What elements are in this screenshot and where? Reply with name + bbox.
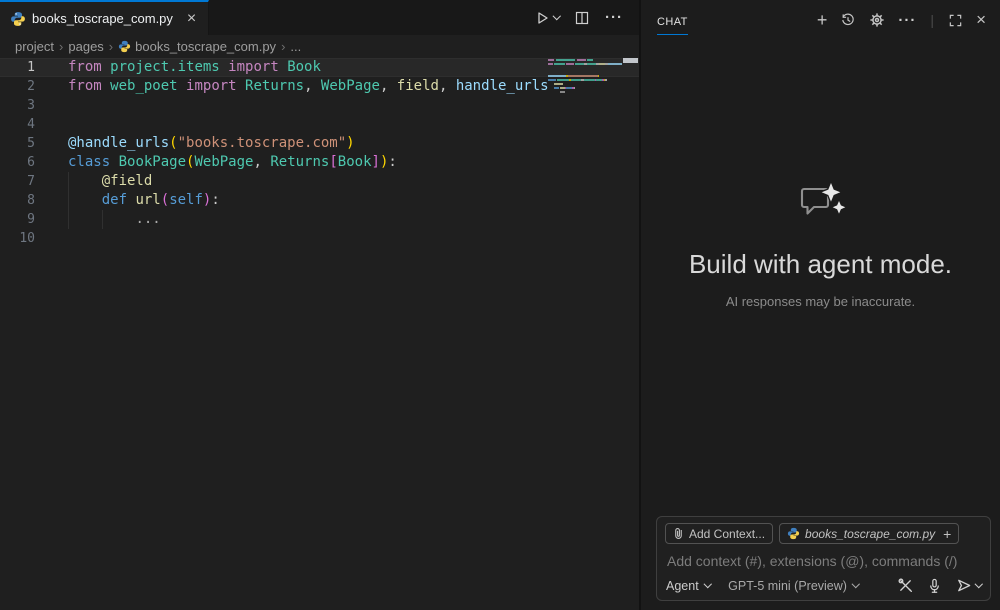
breadcrumb-item-file[interactable]: books_toscrape_com.py [118,39,276,54]
chevron-down-icon [852,580,860,588]
voice-chat-button[interactable] [927,578,942,594]
editor-actions: ··· [534,0,640,35]
line-number: 2 [0,77,52,96]
line-number: 5 [0,134,52,153]
send-icon [955,577,972,594]
code-line[interactable]: 2from web_poet import Returns, WebPage, … [0,77,639,96]
code-line[interactable]: 8 def url(self): [0,191,639,210]
attach-more-icon[interactable]: + [943,526,951,542]
tab-close-icon[interactable]: × [185,12,198,26]
chat-panel: CHAT + ··· [641,0,1000,610]
line-number: 7 [0,172,52,191]
tab-books-toscrape-com-py[interactable]: books_toscrape_com.py × [0,0,209,35]
model-label: GPT-5 mini (Preview) [728,579,847,593]
code-line[interactable]: 5@handle_urls("books.toscrape.com") [0,134,639,153]
chat-header-actions: + ··· | [817,12,986,29]
watermark-subtitle: AI responses may be inaccurate. [726,294,915,309]
context-chips-row: Add Context... books_toscrape_com.py + [665,523,982,544]
breadcrumb: project › pages › books_toscrape_com.py … [0,35,639,57]
run-dropdown-chevron-icon[interactable] [552,12,560,20]
maximize-icon [948,13,963,28]
chat-mode-picker[interactable]: Agent [666,579,710,593]
gear-icon [869,12,885,28]
split-editor-icon [574,10,590,26]
chat-input-toolbar: Agent GPT-5 mini (Preview) [666,577,981,594]
indent-guide [102,210,103,229]
add-context-button[interactable]: Add Context... [665,523,773,544]
code-line[interactable]: 6class BookPage(WebPage, Returns[Book]): [0,153,639,172]
tab-title: books_toscrape_com.py [32,11,173,26]
attached-file-name: books_toscrape_com.py [805,527,935,541]
chat-sparkle-icon [796,181,846,227]
line-number: 3 [0,96,52,115]
maximize-panel-button[interactable] [948,13,963,28]
indent-guide [68,191,69,210]
python-file-icon [118,40,131,53]
header-separator: | [930,12,934,28]
tools-icon [897,577,914,594]
code-line[interactable]: 4 [0,115,639,134]
chat-settings-button[interactable] [869,12,885,28]
send-dropdown-chevron-icon[interactable] [974,580,982,588]
editor-more-actions-button[interactable]: ··· [605,9,623,26]
split-editor-button[interactable] [574,10,590,26]
model-picker[interactable]: GPT-5 mini (Preview) [728,579,858,593]
code-lines: 1from project.items import Book2from web… [0,58,639,248]
chat-more-actions-button[interactable]: ··· [898,12,916,29]
python-file-icon [10,11,26,27]
line-number: 1 [0,58,52,77]
microphone-icon [927,578,942,594]
minimap[interactable] [548,59,622,99]
configure-tools-button[interactable] [897,577,914,594]
scrollbar-thumb[interactable] [623,58,638,63]
vscode-window: books_toscrape_com.py × ··· project › pa… [0,0,1000,610]
editor-pane: books_toscrape_com.py × ··· project › pa… [0,0,639,610]
code-line[interactable]: 1from project.items import Book [0,58,639,77]
chat-header: CHAT + ··· [641,0,1000,40]
breadcrumb-separator-icon: › [281,39,285,54]
history-icon [840,12,856,28]
breadcrumb-item-project[interactable]: project [15,39,54,54]
input-action-icons [897,577,982,594]
breadcrumb-separator-icon: › [109,39,113,54]
chevron-down-icon [704,580,712,588]
breadcrumb-separator-icon: › [59,39,63,54]
add-context-label: Add Context... [689,527,765,541]
close-panel-button[interactable]: × [976,12,986,28]
code-line[interactable]: 7 @field [0,172,639,191]
code-line[interactable]: 3 [0,96,639,115]
indent-guide [68,172,69,191]
chat-mode-label: Agent [666,579,699,593]
scrollbar[interactable] [623,57,639,610]
python-file-icon [787,527,800,540]
line-number: 9 [0,210,52,229]
new-chat-button[interactable]: + [817,12,828,28]
line-number: 8 [0,191,52,210]
send-button[interactable] [955,577,982,594]
indent-guide [68,210,69,229]
line-number: 6 [0,153,52,172]
chat-input-box[interactable]: Add Context... books_toscrape_com.py + A… [656,516,991,601]
breadcrumb-item-file-label: books_toscrape_com.py [135,39,276,54]
run-python-file-button[interactable] [534,10,560,26]
code-line[interactable]: 10 [0,229,639,248]
line-number: 4 [0,115,52,134]
editor-tab-bar: books_toscrape_com.py × ··· [0,0,639,35]
breadcrumb-item-symbol[interactable]: ... [290,39,301,54]
chat-message-input[interactable]: Add context (#), extensions (@), command… [667,553,980,569]
watermark-title: Build with agent mode. [689,249,952,280]
code-editor[interactable]: 1from project.items import Book2from web… [0,57,639,610]
attached-file-chip[interactable]: books_toscrape_com.py + [779,523,959,544]
chat-history-button[interactable] [840,12,856,28]
line-number: 10 [0,229,52,248]
paperclip-icon [673,527,684,540]
run-icon [534,10,550,26]
code-line[interactable]: 9 ... [0,210,639,229]
breadcrumb-item-pages[interactable]: pages [68,39,103,54]
tab-chat[interactable]: CHAT [657,6,688,35]
